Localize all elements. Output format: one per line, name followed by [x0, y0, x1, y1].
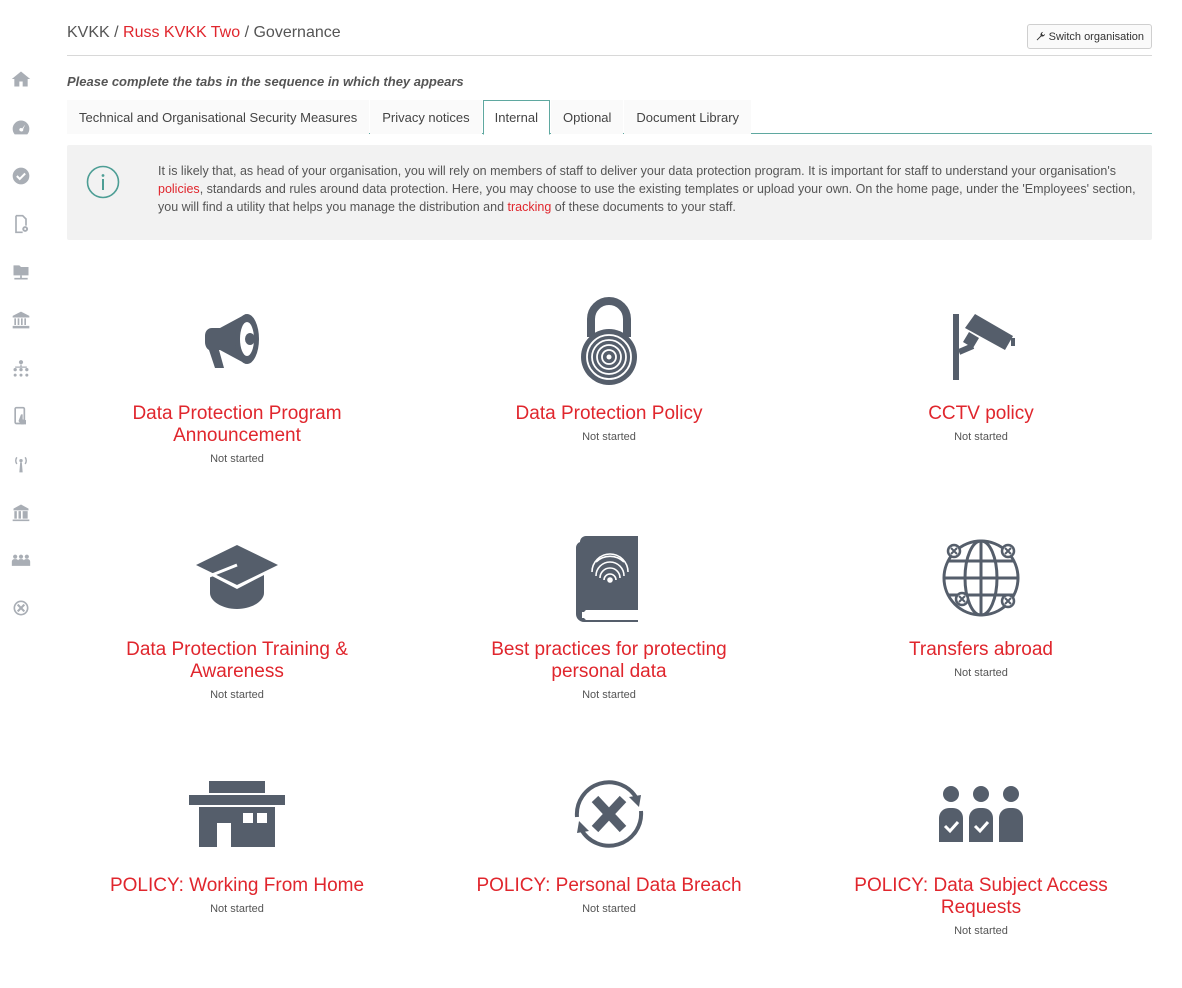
card-title: Data Protection Policy — [515, 403, 703, 424]
sidebar — [0, 0, 44, 988]
info-text-part: It is likely that, as head of your organ… — [158, 164, 1116, 178]
card-status: Not started — [582, 431, 636, 443]
tab-technical-measures[interactable]: Technical and Organisational Security Me… — [67, 100, 370, 134]
cctv-camera-icon — [953, 314, 1015, 380]
sidebar-item-devices[interactable] — [9, 404, 33, 428]
card-best-practices[interactable]: Best practices for protecting personal d… — [449, 533, 769, 701]
card-title: POLICY: Data Subject Access Requests — [854, 875, 1108, 918]
card-personal-data-breach[interactable]: POLICY: Personal Data Breach Not started — [449, 769, 769, 915]
card-icon-wrap — [559, 533, 659, 623]
sidebar-item-documents[interactable] — [9, 212, 33, 236]
card-icon-wrap — [931, 533, 1031, 623]
tab-optional[interactable]: Optional — [551, 100, 624, 134]
info-text-part: of these documents to your staff. — [551, 200, 736, 214]
fingerprint-lock-icon — [581, 297, 637, 385]
card-status: Not started — [954, 667, 1008, 679]
people-check-icon — [11, 554, 31, 566]
card-status: Not started — [954, 431, 1008, 443]
card-data-protection-policy[interactable]: Data Protection Policy Not started — [449, 297, 769, 443]
sidebar-item-institution[interactable] — [9, 308, 33, 332]
fingerprint-book-icon — [575, 536, 638, 622]
sidebar-item-home[interactable] — [9, 67, 33, 91]
card-icon-wrap — [559, 297, 659, 387]
breadcrumb-current: Governance — [253, 24, 341, 41]
institution-icon — [12, 311, 30, 329]
breadcrumb-organisation-link[interactable]: Russ KVKK Two — [123, 24, 240, 41]
card-status: Not started — [954, 925, 1008, 937]
dashboard-icon — [12, 120, 30, 135]
check-circle-icon — [12, 167, 30, 185]
card-title: POLICY: Personal Data Breach — [476, 875, 742, 896]
wrench-icon — [1036, 31, 1045, 41]
globe-icon — [942, 539, 1020, 617]
sidebar-item-broadcast[interactable] — [9, 452, 33, 476]
instruction-text: Please complete the tabs in the sequence… — [67, 74, 464, 89]
breadcrumb-root: KVKK — [67, 24, 110, 41]
sidebar-item-folders[interactable] — [9, 260, 33, 284]
card-icon-wrap — [931, 769, 1031, 859]
sidebar-item-dashboard[interactable] — [9, 116, 33, 140]
info-text: It is likely that, as head of your organ… — [158, 162, 1143, 216]
switch-organisation-label: Switch organisation — [1048, 30, 1144, 43]
card-icon-wrap — [931, 297, 1031, 387]
info-panel: It is likely that, as head of your organ… — [67, 145, 1152, 240]
tab-bar: Technical and Organisational Security Me… — [67, 100, 1152, 135]
card-title: Transfers abroad — [909, 639, 1053, 660]
sidebar-item-buildings[interactable] — [9, 500, 33, 524]
card-status: Not started — [582, 903, 636, 915]
switch-organisation-button[interactable]: Switch organisation — [1026, 24, 1152, 49]
info-icon — [86, 165, 120, 199]
sidebar-item-breach[interactable] — [9, 596, 33, 620]
building-icon — [12, 504, 30, 522]
mobile-touch-icon — [14, 406, 26, 425]
breadcrumb-separator: / — [240, 24, 254, 41]
sidebar-item-people[interactable] — [9, 548, 33, 572]
card-icon-wrap — [187, 769, 287, 859]
card-title: CCTV policy — [928, 403, 1034, 424]
org-chart-icon — [13, 360, 29, 377]
card-title: Data Protection Training & Awareness — [126, 639, 348, 682]
card-data-subject-access[interactable]: POLICY: Data Subject Access Requests Not… — [821, 769, 1141, 937]
breadcrumb: KVKK / Russ KVKK Two / Governance — [67, 24, 341, 42]
breach-icon — [13, 600, 29, 616]
people-check-icon — [939, 786, 1023, 842]
card-icon-wrap — [187, 533, 287, 623]
card-icon-wrap — [559, 769, 659, 859]
card-working-from-home[interactable]: POLICY: Working From Home Not started — [77, 769, 397, 915]
tab-internal[interactable]: Internal — [482, 100, 550, 135]
card-icon-wrap — [187, 297, 287, 387]
tab-document-library[interactable]: Document Library — [624, 100, 752, 134]
breadcrumb-separator: / — [109, 24, 124, 41]
card-program-announcement[interactable]: Data Protection Program Announcement Not… — [77, 297, 397, 465]
home-icon — [11, 71, 31, 87]
broadcast-tower-icon — [15, 456, 27, 473]
folder-network-icon — [13, 265, 29, 280]
sidebar-item-tasks[interactable] — [9, 164, 33, 188]
card-status: Not started — [210, 453, 264, 465]
card-status: Not started — [210, 689, 264, 701]
card-transfers-abroad[interactable]: Transfers abroad Not started — [821, 533, 1141, 679]
house-icon — [189, 781, 285, 847]
megaphone-icon — [205, 314, 259, 368]
policies-link[interactable]: policies — [158, 182, 200, 196]
card-cctv-policy[interactable]: CCTV policy Not started — [821, 297, 1141, 443]
card-title: Data Protection Program Announcement — [132, 403, 342, 446]
breach-cross-icon — [574, 780, 644, 848]
card-title: POLICY: Working From Home — [109, 875, 365, 896]
card-status: Not started — [210, 903, 264, 915]
sidebar-item-organisation[interactable] — [9, 356, 33, 380]
graduation-cap-icon — [196, 545, 278, 609]
tracking-link[interactable]: tracking — [508, 200, 552, 214]
card-training-awareness[interactable]: Data Protection Training & Awareness Not… — [77, 533, 397, 701]
card-title: Best practices for protecting personal d… — [491, 639, 727, 682]
tab-privacy-notices[interactable]: Privacy notices — [370, 100, 482, 134]
page-header: KVKK / Russ KVKK Two / Governance Switch… — [67, 22, 1152, 56]
document-settings-icon — [15, 214, 29, 234]
card-status: Not started — [582, 689, 636, 701]
